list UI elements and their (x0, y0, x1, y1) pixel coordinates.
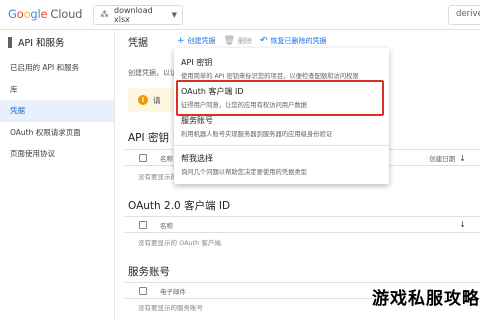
menu-item-label: API 密钥 (181, 58, 213, 67)
column-created-date-label: 创建日期 (429, 154, 456, 163)
arrow-down-icon: ↓ (459, 153, 466, 163)
plus-icon: + (177, 36, 185, 46)
watermark-text: 游戏私服攻略 (372, 289, 480, 309)
undo-icon: ↶ (259, 36, 268, 46)
column-name[interactable]: 名称 (160, 153, 173, 163)
delete-label: 删除 (237, 37, 252, 45)
sidebar-item-oauth-consent[interactable]: OAuth 权限请求页面 (0, 122, 114, 144)
highlight-box (176, 80, 384, 116)
menu-item-service-account[interactable]: 服务账号 利用机器人账号实现服务器到服务器的应用级身份验证 (174, 115, 389, 138)
column-created-date[interactable]: 创建日期 ↓ (429, 153, 466, 163)
delete-button[interactable]: 🗑 删除 (224, 36, 252, 46)
menu-item-help-me-choose[interactable]: 帮我选择 询问几个问题以帮助您决定要使用的凭据类型 (174, 153, 389, 176)
arrow-down-icon: ↓ (459, 220, 466, 229)
google-cloud-logo[interactable]: Google Cloud (8, 7, 82, 21)
top-right-button[interactable]: derive (448, 5, 480, 25)
oauth-table-header: 名称 ↓ (125, 216, 480, 233)
page-title: 凭据 (128, 37, 148, 49)
select-all-checkbox[interactable] (139, 153, 147, 162)
top-bar: GoogleCloud ⁂ download xlsx ▼ derive (0, 0, 480, 30)
sidebar-item-credentials[interactable]: 凭据 (0, 100, 114, 122)
service-accounts-title: 服务账号 (128, 266, 170, 278)
restore-deleted-button[interactable]: ↶ 恢复已删除的凭据 (260, 36, 327, 46)
menu-divider (174, 145, 389, 146)
service-accounts-section: 服务账号 (115, 264, 480, 279)
select-all-checkbox[interactable] (139, 220, 147, 229)
sidebar-header: API 和服务 (0, 30, 114, 54)
select-all-checkbox[interactable] (139, 286, 147, 295)
oauth-section: OAuth 2.0 客户端 ID (115, 198, 480, 213)
warning-icon: ! (138, 95, 148, 105)
project-dots-icon: ⁂ (100, 10, 109, 20)
sidebar-item-library[interactable]: 库 (0, 79, 114, 101)
restore-label: 恢复已删除的凭据 (270, 37, 327, 45)
menu-item-label: 服务账号 (181, 116, 213, 125)
project-name: download xlsx (114, 6, 153, 24)
column-email[interactable]: 电子邮件 (160, 286, 186, 296)
menu-item-label: 帮我选择 (181, 154, 213, 163)
menu-item-api-key[interactable]: API 密钥 使用简单的 API 密钥来标识您的项目，以便检查配额和访问权限 (174, 57, 389, 80)
project-selector[interactable]: ⁂ download xlsx ▼ (93, 5, 183, 25)
create-credentials-button[interactable]: + 创建凭据 (177, 36, 216, 46)
page: GoogleCloud ⁂ download xlsx ▼ derive API… (0, 0, 480, 320)
column-name[interactable]: 名称 (160, 220, 173, 230)
sort-control[interactable]: ↓ (455, 220, 466, 229)
menu-item-desc: 询问几个问题以帮助您决定要使用的凭据类型 (181, 169, 307, 176)
chevron-down-icon: ▼ (171, 11, 177, 19)
trash-icon: 🗑 (223, 36, 235, 46)
sidebar-item-page-usage[interactable]: 页面使用协议 (0, 143, 114, 165)
oauth-empty: 没有要显示的 OAuth 客户端 (138, 239, 221, 247)
banner-text: 请 (153, 95, 161, 105)
api-icon (8, 36, 12, 48)
oauth-title: OAuth 2.0 客户端 ID (128, 200, 231, 212)
create-credentials-menu: API 密钥 使用简单的 API 密钥来标识您的项目，以便检查配额和访问权限 O… (174, 48, 389, 184)
service-accounts-empty: 没有要显示的服务账号 (138, 304, 203, 312)
sidebar-item-enabled-apis[interactable]: 已启用的 API 和服务 (0, 57, 114, 79)
menu-item-desc: 使用简单的 API 密钥来标识您的项目，以便检查配额和访问权限 (181, 73, 359, 80)
sidebar: API 和服务 已启用的 API 和服务 库 凭据 OAuth 权限请求页面 页… (0, 30, 115, 320)
menu-item-desc: 利用机器人账号实现服务器到服务器的应用级身份验证 (181, 131, 333, 138)
create-credentials-label: 创建凭据 (187, 37, 216, 45)
sidebar-header-label: API 和服务 (18, 38, 65, 49)
